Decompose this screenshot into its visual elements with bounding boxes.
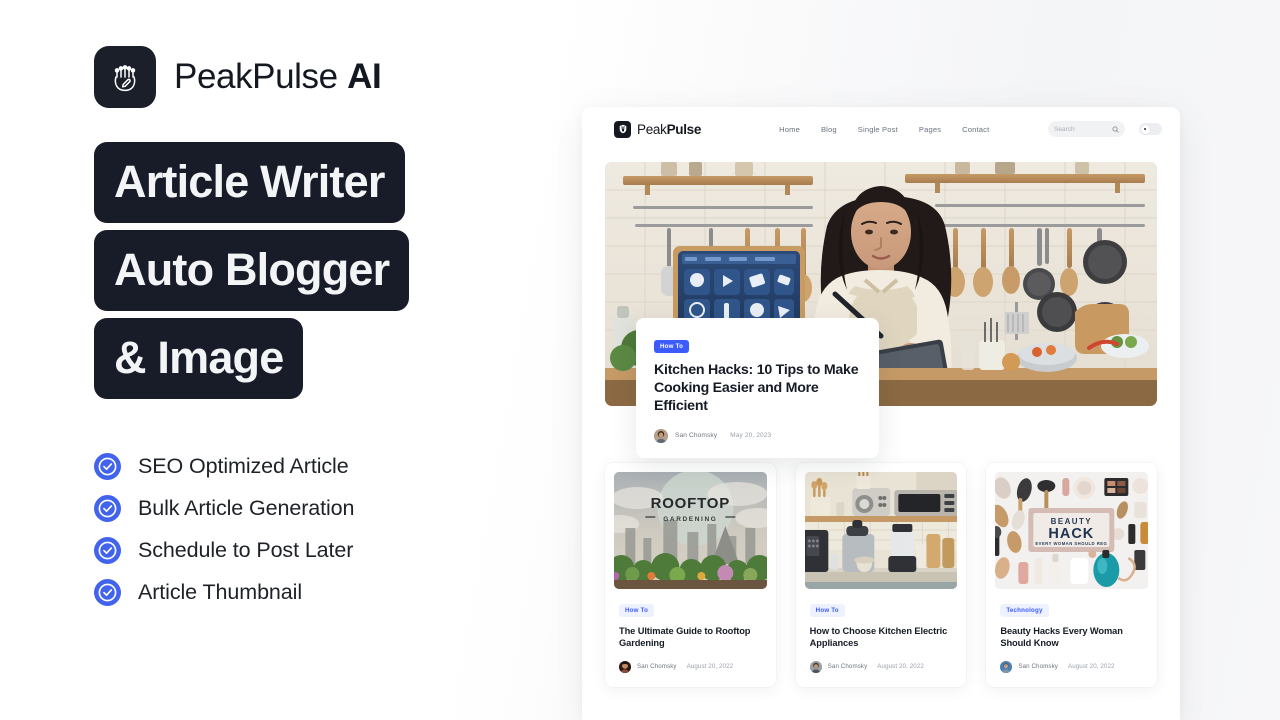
headline-row-3: & Image (94, 318, 560, 399)
left-promo-panel: PeakPulse AI Article Writer Auto Blogger… (0, 0, 560, 720)
svg-text:BEAUTY: BEAUTY (1051, 517, 1092, 526)
headline-line-2: Auto Blogger (94, 230, 410, 311)
post-thumbnail (804, 472, 958, 589)
post-category-badge[interactable]: How To (619, 604, 655, 617)
post-card[interactable]: How To How to Choose Kitchen Electric Ap… (795, 463, 967, 687)
search-icon[interactable] (1112, 126, 1119, 133)
avatar (654, 428, 668, 443)
post-author: San Chomsky (1018, 663, 1058, 671)
headline-group: Article Writer Auto Blogger & Image (94, 142, 560, 399)
svg-text:ROOFTOP: ROOFTOP (651, 495, 731, 512)
brand-logo (94, 46, 156, 108)
brand-row: PeakPulse AI (94, 44, 560, 110)
post-category-badge[interactable]: How To (809, 604, 845, 617)
headline-row-2: Auto Blogger (94, 230, 560, 311)
svg-text:HACK: HACK (1049, 526, 1095, 542)
headline-row-1: Article Writer (94, 142, 560, 223)
post-grid: ROOFTOP GARDENING How To The Ultimate Gu… (605, 463, 1158, 687)
avatar (1000, 660, 1013, 673)
site-brand[interactable]: PeakPulse (614, 120, 701, 138)
feature-item: SEO Optimized Article (94, 445, 560, 487)
post-card[interactable]: BEAUTY HACK EVERY WOMAN SHOULD REG Techn… (986, 463, 1158, 687)
theme-toggle-icon[interactable] (1139, 123, 1162, 135)
headline-line-3: & Image (94, 318, 304, 399)
feature-list: SEO Optimized Article Bulk Article Gener… (94, 445, 560, 613)
check-circle-icon (94, 494, 121, 522)
nav-links: Home Blog Single Post Pages Contact (779, 125, 989, 134)
navbar-right: Search (1048, 121, 1162, 137)
nav-link-contact[interactable]: Contact (962, 125, 989, 134)
post-card[interactable]: ROOFTOP GARDENING How To The Ultimate Gu… (605, 463, 776, 687)
hero-section: How To Kitchen Hacks: 10 Tips to Make Co… (605, 162, 1157, 458)
browser-mockup: PeakPulse Home Blog Single Post Pages Co… (582, 107, 1180, 720)
headline-line-1: Article Writer (94, 142, 405, 223)
svg-text:GARDENING: GARDENING (663, 516, 717, 523)
check-circle-icon (94, 578, 121, 606)
post-card-body: How To How to Choose Kitchen Electric Ap… (805, 589, 958, 673)
post-date: August 20, 2022 (877, 663, 924, 671)
post-title: The Ultimate Guide to Rooftop Gardening (619, 626, 751, 649)
post-meta: San Chomsky August 20, 2022 (809, 660, 953, 673)
hero-category-badge[interactable]: How To (654, 340, 690, 353)
post-author: San Chomsky (827, 663, 868, 671)
hero-post-card[interactable]: How To Kitchen Hacks: 10 Tips to Make Co… (636, 318, 879, 458)
feature-label: Bulk Article Generation (138, 495, 355, 520)
feature-item: Bulk Article Generation (94, 487, 560, 529)
brand-name-bold: AI (347, 57, 382, 96)
post-category-badge[interactable]: Technology (1000, 604, 1049, 617)
feature-label: SEO Optimized Article (138, 453, 349, 478)
hero-post-meta: San Chomsky May 20, 2023 (654, 428, 861, 443)
feature-label: Article Thumbnail (138, 579, 303, 604)
feature-item: Article Thumbnail (94, 571, 560, 613)
feature-item: Schedule to Post Later (94, 529, 560, 571)
avatar (619, 660, 631, 673)
nav-link-home[interactable]: Home (779, 125, 800, 134)
shield-crest-icon (614, 120, 631, 138)
post-title: How to Choose Kitchen Electric Appliance… (809, 626, 948, 649)
brand-name-regular: PeakPulse (174, 57, 338, 96)
svg-text:EVERY WOMAN SHOULD REG: EVERY WOMAN SHOULD REG (1036, 541, 1108, 546)
post-meta: San Chomsky August 20, 2022 (619, 660, 762, 673)
brand-name: PeakPulse AI (174, 57, 382, 97)
feature-label: Schedule to Post Later (138, 537, 354, 562)
hero-date: May 20, 2023 (730, 432, 772, 440)
post-thumbnail: ROOFTOP GARDENING (614, 472, 767, 589)
post-meta: San Chomsky August 20, 2022 (1000, 660, 1143, 673)
check-circle-icon (94, 452, 121, 480)
site-brand-text: PeakPulse (637, 122, 701, 137)
avatar (809, 660, 822, 673)
search-placeholder: Search (1054, 125, 1075, 133)
check-circle-icon (94, 536, 121, 564)
nav-link-pages[interactable]: Pages (919, 125, 941, 134)
post-author: San Chomsky (637, 663, 677, 671)
nav-link-blog[interactable]: Blog (821, 125, 837, 134)
nav-link-single-post[interactable]: Single Post (858, 125, 898, 134)
post-card-body: How To The Ultimate Guide to Rooftop Gar… (614, 589, 767, 673)
post-card-body: Technology Beauty Hacks Every Woman Shou… (995, 589, 1148, 673)
site-navbar: PeakPulse Home Blog Single Post Pages Co… (582, 107, 1180, 151)
post-date: August 20, 2022 (686, 663, 734, 671)
hero-post-title: Kitchen Hacks: 10 Tips to Make Cooking E… (654, 362, 859, 414)
post-thumbnail: BEAUTY HACK EVERY WOMAN SHOULD REG (995, 472, 1149, 589)
hand-circuit-icon (114, 65, 136, 92)
hero-author: San Chomsky (675, 432, 718, 440)
search-input[interactable]: Search (1048, 121, 1125, 137)
site-brand-bold: Pulse (666, 121, 702, 137)
post-date: August 20, 2022 (1067, 663, 1115, 671)
site-brand-regular: Peak (637, 121, 667, 137)
post-title: Beauty Hacks Every Woman Should Know (1000, 626, 1123, 649)
